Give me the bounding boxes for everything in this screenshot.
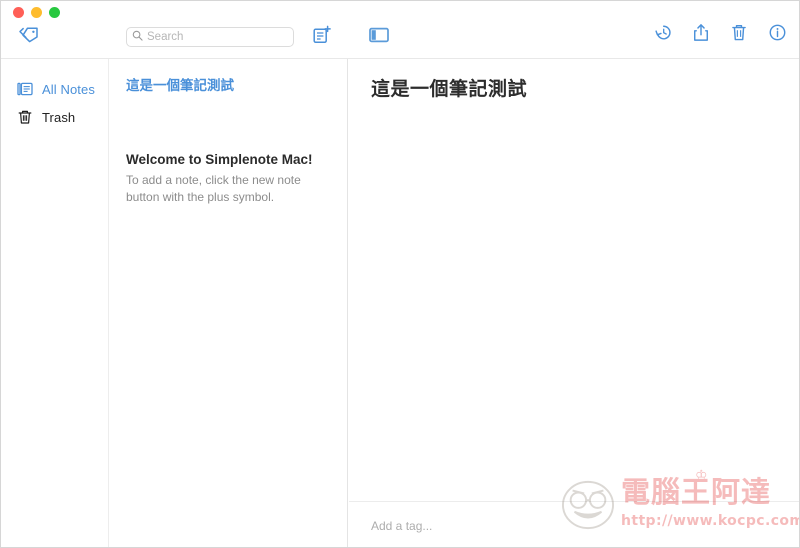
history-icon <box>654 23 673 47</box>
info-button[interactable] <box>767 23 787 47</box>
search-input[interactable] <box>147 31 287 43</box>
tag-bar <box>349 501 799 547</box>
sidebar-item-label: All Notes <box>42 81 95 97</box>
new-note-icon <box>312 25 332 50</box>
close-window-button[interactable] <box>13 7 24 18</box>
sidebar-item-trash[interactable]: Trash <box>1 103 108 131</box>
minimize-window-button[interactable] <box>31 7 42 18</box>
sidebar-item-all-notes[interactable]: All Notes <box>1 75 108 103</box>
history-button[interactable] <box>653 25 673 45</box>
toggle-sidebar-button[interactable] <box>368 27 390 47</box>
tag-icon <box>18 26 40 49</box>
trash-icon <box>730 23 748 47</box>
traffic-lights <box>13 7 60 18</box>
sidebar-toggle-icon <box>369 27 389 48</box>
list-item[interactable]: Welcome to Simplenote Mac! To add a note… <box>110 135 347 220</box>
share-button[interactable] <box>691 23 711 47</box>
trash-icon <box>17 109 33 125</box>
note-preview: To add a note, click the new note button… <box>126 173 301 205</box>
new-note-button[interactable] <box>310 25 334 49</box>
delete-note-button[interactable] <box>729 23 749 47</box>
search-field[interactable] <box>126 27 294 47</box>
sidebar-item-label: Trash <box>42 109 76 125</box>
note-list[interactable]: 這是一個筆記測試 Welcome to Simplenote Mac! To a… <box>110 59 348 547</box>
simplenote-window: All Notes Trash 這是一個筆記測試 Welcome to Simp… <box>0 0 800 548</box>
note-title: Welcome to Simplenote Mac! <box>126 152 313 168</box>
note-editor-title: 這是一個筆記測試 <box>371 79 528 100</box>
list-item[interactable]: 這是一個筆記測試 <box>110 59 347 135</box>
tag-drawer-button[interactable] <box>15 25 43 49</box>
all-notes-icon <box>17 81 33 97</box>
note-editor-content[interactable]: 這是一個筆記測試 <box>349 59 799 501</box>
editor-action-bar <box>653 23 787 47</box>
zoom-window-button[interactable] <box>49 7 60 18</box>
note-title: 這是一個筆記測試 <box>126 78 234 93</box>
note-editor: 這是一個筆記測試 <box>349 59 799 547</box>
info-icon <box>768 23 787 47</box>
add-tag-input[interactable] <box>371 518 571 533</box>
share-icon <box>692 23 710 47</box>
sidebar: All Notes Trash <box>1 59 109 547</box>
search-icon <box>132 28 143 46</box>
window-toolbar <box>1 1 799 59</box>
